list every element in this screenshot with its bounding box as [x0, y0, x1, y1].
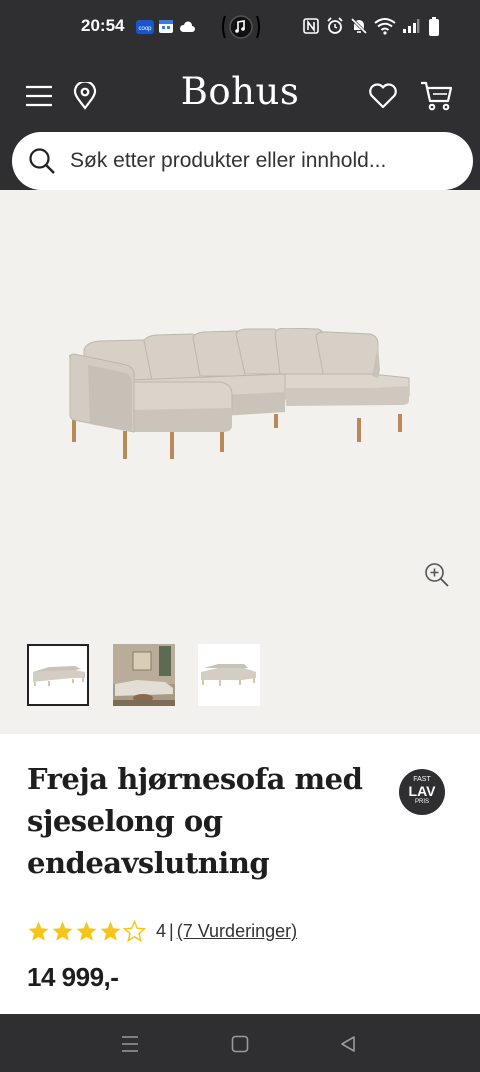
cloud-icon [179, 20, 195, 38]
notifications-off-icon [350, 17, 368, 40]
cart-icon [421, 81, 453, 111]
badge-middle-text: LAV [408, 783, 436, 799]
star-filled-icon [100, 921, 121, 941]
home-icon [231, 1035, 249, 1053]
star-filled-icon [28, 921, 49, 941]
zoom-in-icon [425, 563, 449, 587]
wifi-icon [374, 17, 396, 40]
nfc-icon [303, 18, 319, 39]
star-filled-icon [76, 921, 97, 941]
zoom-button[interactable] [424, 562, 450, 593]
thumbnail-2[interactable] [113, 644, 175, 706]
reviews-link[interactable]: (7 Vurderinger) [177, 921, 297, 942]
rating-separator: | [169, 921, 174, 941]
rating-stars [27, 920, 146, 943]
system-nav-bar [0, 1014, 480, 1072]
coop-label: coop [138, 26, 152, 32]
back-button[interactable] [334, 1030, 362, 1058]
rating-value: 4 [156, 921, 167, 941]
music-playing-icon [220, 12, 262, 47]
wishlist-button[interactable] [363, 76, 403, 116]
star-filled-icon [52, 921, 73, 941]
product-rating: 4 | (7 Vurderinger) [27, 920, 297, 943]
product-title-line-1: Freja hjørnesofa med [27, 762, 363, 796]
heart-icon [369, 83, 397, 109]
badge-bottom-text: PRIS [414, 799, 429, 805]
product-title-line-3: endeavslutning [27, 846, 270, 880]
alarm-icon [326, 17, 344, 40]
search-bar[interactable]: Søk etter produkter eller innhold... [12, 132, 473, 190]
status-time: 20:54 [81, 16, 125, 35]
search-input[interactable]: Søk etter produkter eller innhold... [70, 149, 386, 173]
coop-app-icon: coop [136, 20, 154, 39]
recent-apps-icon [122, 1036, 138, 1052]
battery-icon [428, 17, 440, 42]
product-image[interactable] [60, 328, 420, 468]
status-bar: 20:54 coop [0, 0, 480, 54]
badge-top-text: FAST [413, 776, 431, 783]
fast-lav-pris-badge: FAST LAV PRIS [399, 769, 445, 815]
product-title-line-2: sjeselong og [27, 804, 223, 838]
home-button[interactable] [226, 1030, 254, 1058]
recent-apps-button[interactable] [116, 1030, 144, 1058]
cart-button[interactable] [417, 76, 457, 116]
search-icon [29, 148, 55, 174]
product-price: 14 999,- [27, 962, 119, 992]
signal-icon [402, 18, 420, 39]
site-header: Bohus Søk etter produkter eller innhold.… [0, 54, 480, 190]
product-gallery [0, 190, 480, 734]
thumbnail-3[interactable] [198, 644, 260, 706]
brand-logo[interactable]: Bohus [0, 70, 480, 113]
product-info: Freja hjørnesofa med sjeselong og endeav… [0, 734, 480, 1014]
product-title: Freja hjørnesofa med sjeselong og endeav… [27, 758, 367, 884]
calendar-icon [158, 18, 174, 39]
thumbnail-1[interactable] [27, 644, 89, 706]
back-icon [341, 1036, 355, 1052]
star-empty-icon [123, 920, 146, 943]
